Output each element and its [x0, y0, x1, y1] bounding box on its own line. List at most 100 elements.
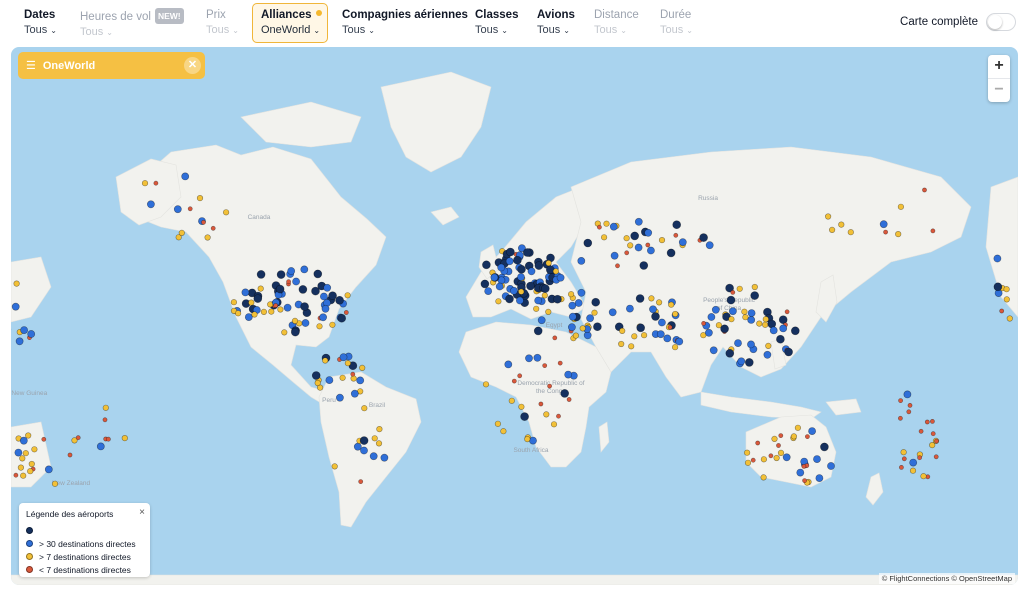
airport-marker[interactable] — [534, 261, 544, 270]
airport-marker[interactable] — [350, 389, 359, 398]
airport-marker[interactable] — [678, 238, 687, 247]
airport-marker[interactable] — [663, 334, 672, 343]
world-map[interactable]: Canada Russia People's Republic of China Egy… — [11, 47, 1018, 585]
close-icon[interactable]: ✕ — [184, 57, 201, 74]
airport-marker[interactable] — [808, 427, 816, 435]
airport-marker[interactable] — [102, 417, 108, 423]
airport-marker[interactable] — [504, 360, 513, 369]
airport-marker[interactable] — [290, 327, 300, 337]
airport-marker[interactable] — [495, 298, 502, 305]
airport-marker[interactable] — [883, 229, 888, 235]
airport-marker[interactable] — [518, 403, 525, 410]
airport-marker[interactable] — [631, 333, 638, 340]
airport-marker[interactable] — [19, 436, 28, 445]
airport-marker[interactable] — [153, 180, 159, 186]
airport-marker[interactable] — [644, 228, 653, 237]
airport-marker[interactable] — [527, 267, 536, 276]
airport-marker[interactable] — [741, 308, 748, 315]
airport-marker[interactable] — [675, 337, 684, 346]
airport-marker[interactable] — [768, 453, 774, 459]
airport-marker[interactable] — [356, 376, 365, 385]
airport-marker[interactable] — [495, 282, 504, 291]
airport-marker[interactable] — [782, 453, 791, 462]
airport-marker[interactable] — [513, 255, 522, 265]
airport-marker[interactable] — [711, 305, 720, 314]
airport-marker[interactable] — [647, 246, 655, 255]
airport-marker[interactable] — [924, 419, 930, 425]
airport-marker[interactable] — [790, 326, 800, 336]
airport-marker[interactable] — [672, 310, 679, 318]
airport-marker[interactable] — [300, 302, 309, 311]
airport-marker[interactable] — [543, 411, 550, 418]
close-icon[interactable]: × — [139, 507, 145, 518]
airport-marker[interactable] — [375, 440, 383, 447]
airport-marker[interactable] — [636, 323, 646, 333]
airport-marker[interactable] — [196, 195, 204, 202]
airport-marker[interactable] — [750, 291, 760, 300]
airport-marker[interactable] — [744, 358, 754, 367]
airport-marker[interactable] — [360, 446, 368, 455]
airport-marker[interactable] — [75, 435, 81, 441]
airport-marker[interactable] — [750, 457, 756, 463]
airport-marker[interactable] — [720, 324, 729, 334]
airport-marker[interactable] — [747, 315, 756, 324]
airport-marker[interactable] — [31, 446, 38, 453]
airport-marker[interactable] — [27, 468, 34, 475]
airport-marker[interactable] — [537, 316, 546, 325]
airport-marker[interactable] — [728, 316, 735, 323]
airport-marker[interactable] — [640, 332, 648, 339]
airport-marker[interactable] — [230, 299, 237, 306]
airport-marker[interactable] — [593, 322, 602, 332]
airport-marker[interactable] — [319, 313, 327, 322]
airport-marker[interactable] — [260, 308, 267, 316]
airport-marker[interactable] — [999, 308, 1005, 314]
airport-marker[interactable] — [557, 360, 563, 366]
airport-marker[interactable] — [361, 405, 368, 412]
airport-marker[interactable] — [187, 206, 193, 212]
airport-marker[interactable] — [734, 339, 742, 347]
airport-marker[interactable] — [805, 434, 810, 439]
airport-marker[interactable] — [777, 449, 785, 457]
airport-marker[interactable] — [344, 360, 352, 367]
airport-marker[interactable] — [181, 172, 190, 181]
airport-marker[interactable] — [286, 279, 291, 285]
airport-marker[interactable] — [96, 442, 105, 451]
airport-marker[interactable] — [20, 472, 27, 479]
airport-marker[interactable] — [701, 320, 706, 326]
airport-marker[interactable] — [600, 234, 608, 241]
airport-marker[interactable] — [44, 465, 53, 474]
airport-marker[interactable] — [672, 220, 682, 229]
airport-marker[interactable] — [350, 375, 357, 382]
airport-marker[interactable] — [541, 292, 548, 299]
airport-marker[interactable] — [359, 364, 366, 372]
airport-marker[interactable] — [301, 319, 310, 327]
airport-marker[interactable] — [564, 370, 573, 379]
airport-marker[interactable] — [509, 286, 518, 295]
airport-marker[interactable] — [879, 220, 888, 229]
airport-marker[interactable] — [13, 472, 19, 478]
airport-marker[interactable] — [655, 299, 663, 306]
airport-marker[interactable] — [610, 251, 619, 260]
airport-marker[interactable] — [329, 321, 336, 328]
airport-marker[interactable] — [314, 379, 321, 387]
airport-marker[interactable] — [933, 454, 939, 460]
airport-marker[interactable] — [907, 402, 913, 408]
airport-marker[interactable] — [506, 247, 515, 257]
airport-marker[interactable] — [773, 454, 780, 462]
airport-marker[interactable] — [776, 334, 785, 344]
airport-marker[interactable] — [323, 283, 332, 292]
airport-marker[interactable] — [651, 312, 660, 321]
airport-marker[interactable] — [705, 328, 713, 337]
airport-marker[interactable] — [634, 243, 643, 252]
zoom-in-button[interactable]: + — [988, 55, 1010, 78]
airport-marker[interactable] — [802, 478, 807, 483]
airport-marker[interactable] — [380, 453, 389, 462]
airport-marker[interactable] — [628, 343, 635, 350]
airport-marker[interactable] — [28, 460, 35, 468]
airport-marker[interactable] — [376, 426, 383, 433]
airport-marker[interactable] — [331, 463, 338, 470]
airport-marker[interactable] — [505, 257, 514, 266]
airport-marker[interactable] — [358, 479, 364, 484]
airport-marker[interactable] — [934, 438, 939, 444]
airport-marker[interactable] — [275, 284, 285, 294]
